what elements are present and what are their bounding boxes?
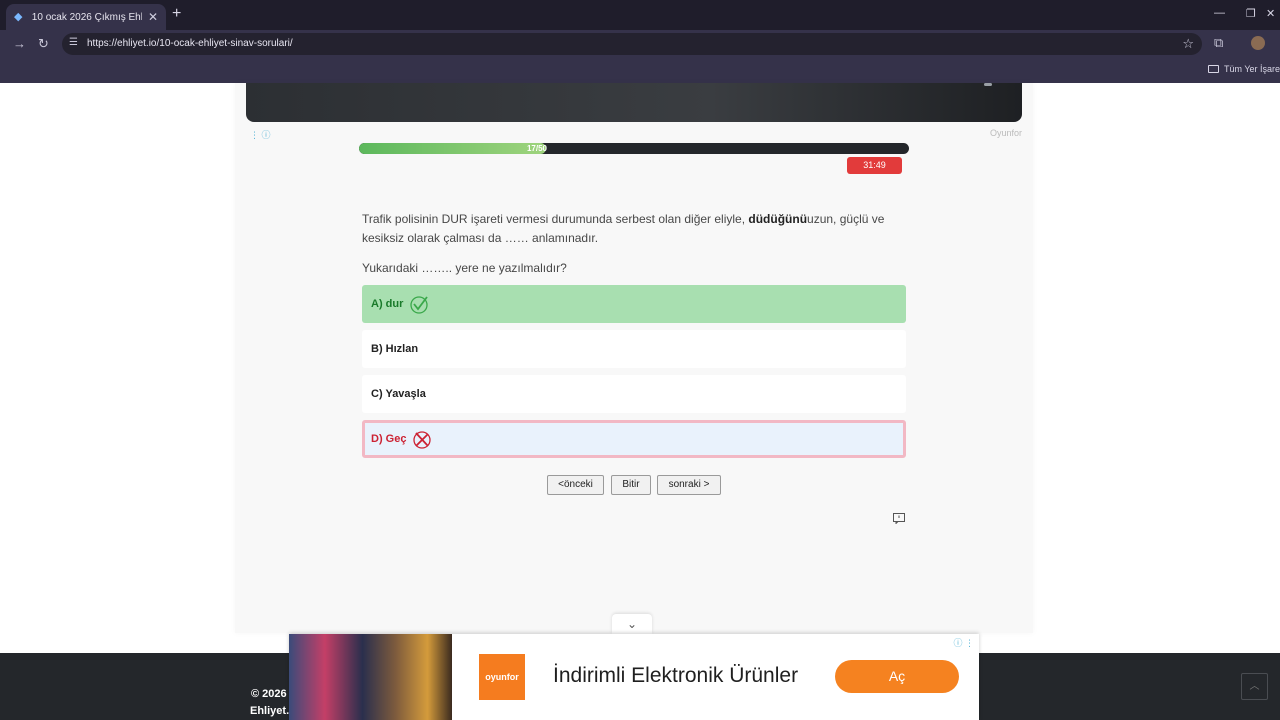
ad-headline[interactable]: İndirimli Elektronik Ürünler — [553, 664, 798, 688]
url-text[interactable]: https://ehliyet.io/10-ocak-ehliyet-sinav… — [87, 38, 293, 49]
footer-copyright: © 2026 — [251, 688, 287, 700]
reload-icon[interactable]: ↻ — [38, 36, 49, 52]
folder-icon — [1208, 65, 1219, 73]
ad-banner[interactable]: oyunfor İndirimli Elektronik Ürünler Aç … — [289, 634, 979, 720]
video-player[interactable] — [246, 83, 1022, 122]
new-tab-button[interactable]: + — [172, 5, 181, 23]
browser-tab[interactable]: ◆ 10 ocak 2026 Çıkmış Ehliyet Sına ✕ — [6, 4, 166, 30]
site-favicon-icon: ◆ — [14, 11, 23, 23]
ad-game-artwork[interactable] — [289, 634, 452, 720]
forward-icon[interactable]: → — [13, 36, 26, 51]
report-comment-icon[interactable] — [893, 513, 905, 524]
site-settings-icon[interactable]: ☰ — [69, 37, 81, 49]
video-control-indicator — [984, 83, 992, 86]
browser-toolbar: → ↻ ☰ https://ehliyet.io/10-ocak-ehliyet… — [0, 30, 1280, 58]
tab-close-icon[interactable]: ✕ — [148, 10, 158, 24]
bookmarks-bar: Tüm Yer İşaretl — [0, 58, 1280, 83]
profile-avatar[interactable] — [1251, 36, 1265, 50]
option-d[interactable]: D) Geç — [362, 420, 906, 458]
check-icon — [410, 296, 429, 314]
restore-icon[interactable]: ❐ — [1246, 7, 1256, 20]
tab-title: 10 ocak 2026 Çıkmış Ehliyet Sına — [31, 11, 142, 23]
option-a-label: A) dur — [371, 298, 404, 310]
option-c-label: C) Yavaşla — [371, 388, 426, 400]
close-window-icon[interactable]: ✕ — [1266, 7, 1275, 20]
minimize-icon[interactable]: — — [1214, 7, 1225, 19]
extensions-icon[interactable]: ⧉ — [1214, 35, 1223, 51]
countdown-timer: 31:49 — [847, 157, 902, 174]
bookmark-folder-label: Tüm Yer İşaretl — [1224, 64, 1280, 74]
finish-button[interactable]: Bitir — [611, 475, 651, 495]
page-viewport: ⋮ ⓘ Oyunfor 17/50 31:49 Trafik polisinin… — [0, 83, 1280, 720]
ad-info-icon[interactable]: ⓘ ⋮ — [953, 636, 974, 649]
browser-titlebar: ◆ 10 ocak 2026 Çıkmış Ehliyet Sına ✕ + —… — [0, 0, 1280, 30]
cross-icon — [413, 431, 432, 449]
previous-button[interactable]: <önceki — [547, 475, 604, 495]
option-a[interactable]: A) dur — [362, 285, 906, 323]
address-bar[interactable]: ☰ https://ehliyet.io/10-ocak-ehliyet-sin… — [62, 33, 1202, 55]
ad-brand-label: Oyunfor — [990, 128, 1023, 138]
question-bold-word: düdüğünü — [748, 212, 808, 226]
ad-open-button[interactable]: Aç — [835, 660, 959, 693]
sub-question: Yukarıdaki …….. yere ne yazılmalıdır? — [362, 261, 567, 275]
footer-site-name: Ehliyet. — [250, 705, 290, 717]
collapse-ad-chevron-icon[interactable]: ⌄ — [612, 614, 652, 634]
question-prefix: Trafik polisinin DUR işareti vermesi dur… — [362, 212, 749, 226]
bookmark-star-icon[interactable]: ☆ — [1182, 36, 1194, 52]
ad-info-icon[interactable]: ⋮ ⓘ — [250, 128, 271, 141]
progress-text: 17/50 — [526, 144, 548, 153]
question-text: Trafik polisinin DUR işareti vermesi dur… — [362, 210, 902, 248]
scroll-to-top-button[interactable]: ︿ — [1241, 673, 1268, 700]
ad-logo[interactable]: oyunfor — [479, 654, 525, 700]
option-c[interactable]: C) Yavaşla — [362, 375, 906, 413]
option-b[interactable]: B) Hızlan — [362, 330, 906, 368]
option-d-label: D) Geç — [371, 433, 407, 445]
all-bookmarks-folder[interactable]: Tüm Yer İşaretl — [1208, 64, 1280, 74]
option-b-label: B) Hızlan — [371, 343, 419, 355]
next-button[interactable]: sonraki > — [657, 475, 721, 495]
